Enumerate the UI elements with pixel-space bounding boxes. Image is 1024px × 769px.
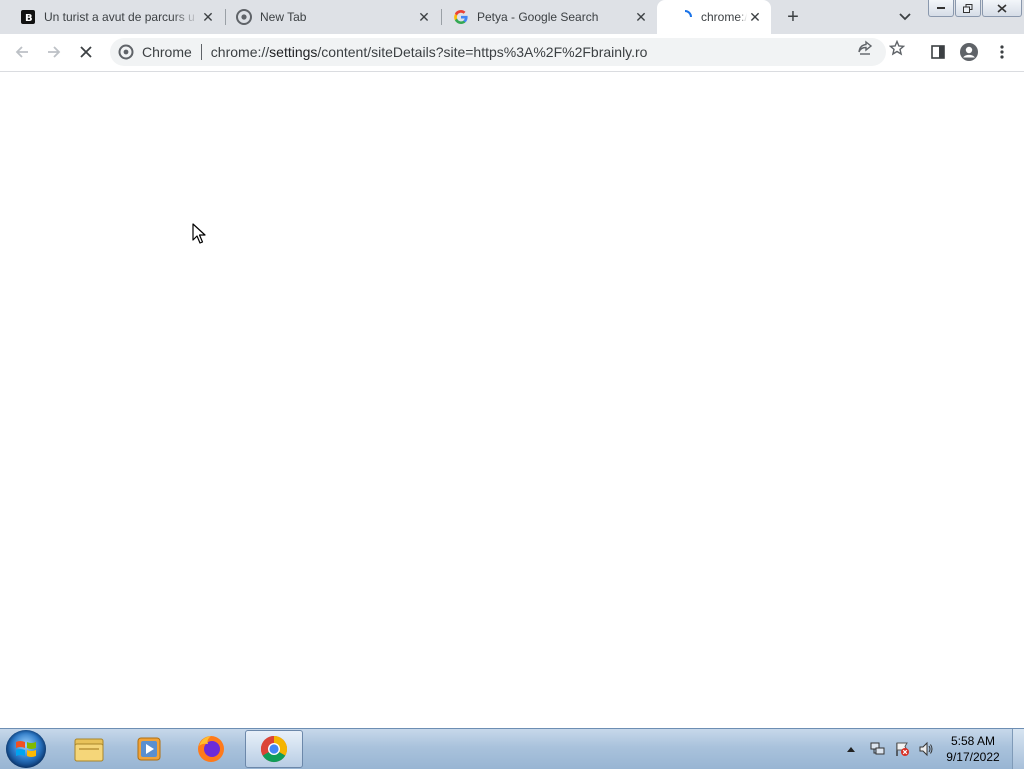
chrome-icon [236, 9, 252, 25]
loading-icon [677, 9, 693, 25]
tab-close-icon[interactable]: ✕ [416, 9, 432, 25]
url-scheme: chrome:// [210, 44, 270, 60]
stop-button[interactable] [74, 40, 98, 64]
tab-close-icon[interactable]: ✕ [200, 9, 216, 25]
back-arrow-icon [15, 46, 28, 58]
tab-search-button[interactable] [893, 5, 917, 29]
taskbar-firefox[interactable] [182, 730, 240, 768]
show-desktop-button[interactable] [1012, 729, 1024, 769]
new-tab-button[interactable]: + [781, 5, 805, 29]
tab-title: Petya - Google Search [477, 10, 599, 24]
close-window-button[interactable] [982, 0, 1022, 17]
windows-logo-icon [16, 741, 36, 757]
folder-icon [74, 738, 104, 762]
system-tray [844, 729, 938, 769]
omnibox-divider [200, 44, 202, 60]
network-icon[interactable] [866, 741, 890, 757]
restore-button[interactable] [955, 0, 981, 17]
tab-settings-active[interactable]: chrome:// ✕ [657, 0, 771, 34]
volume-icon[interactable] [914, 741, 938, 757]
side-panel-button[interactable] [926, 40, 950, 64]
tab-google-search[interactable]: Petya - Google Search ✕ [433, 0, 657, 34]
taskbar-chrome[interactable] [245, 730, 303, 768]
brainly-icon: B [20, 9, 36, 25]
chevron-down-icon [899, 13, 911, 21]
back-button[interactable] [10, 40, 34, 64]
tab-strip: B Un turist a avut de parcurs u ✕ New Ta… [0, 0, 1024, 34]
stop-icon [80, 46, 92, 58]
forward-button[interactable] [42, 40, 66, 64]
taskbar-media-player[interactable] [120, 730, 178, 768]
tab-close-icon[interactable]: ✕ [747, 9, 763, 25]
profile-button[interactable] [957, 40, 981, 64]
bookmark-star-icon[interactable] [889, 40, 905, 56]
tray-expand-icon[interactable] [844, 746, 858, 752]
action-center-flag-icon[interactable] [890, 741, 914, 757]
browser-toolbar: Chrome chrome://settings/content/siteDet… [0, 34, 1024, 72]
page-content [0, 72, 1024, 728]
clock-date: 9/17/2022 [946, 750, 1000, 764]
avatar-icon [960, 43, 978, 61]
site-chip-label: Chrome [142, 44, 192, 60]
forward-arrow-icon [48, 46, 61, 58]
tab-brainly[interactable]: B Un turist a avut de parcurs u ✕ [0, 0, 224, 34]
tab-title: Un turist a avut de parcurs u [44, 10, 195, 24]
svg-text:B: B [25, 13, 33, 24]
google-icon [453, 9, 469, 25]
side-panel-icon [931, 45, 945, 59]
address-bar[interactable]: Chrome chrome://settings/content/siteDet… [110, 38, 886, 66]
taskbar: 5:58 AM 9/17/2022 [0, 728, 1024, 769]
window-controls [927, 0, 1022, 18]
url-text[interactable]: chrome://settings/content/siteDetails?si… [211, 44, 648, 60]
tab-title: New Tab [260, 10, 307, 24]
clock-time: 5:58 AM [950, 734, 996, 748]
menu-button[interactable] [990, 40, 1014, 64]
mouse-cursor-icon [192, 223, 206, 248]
start-button[interactable] [6, 730, 46, 768]
chrome-icon [118, 44, 134, 60]
system-clock[interactable]: 5:58 AM 9/17/2022 [940, 733, 1006, 765]
taskbar-explorer[interactable] [60, 730, 118, 768]
media-player-icon [137, 737, 161, 761]
tab-title: chrome:// [701, 10, 747, 24]
kebab-menu-icon [1000, 45, 1004, 59]
url-host: settings [269, 44, 318, 60]
url-path: /content/siteDetails?site=https%3A%2F%2F… [317, 44, 648, 60]
firefox-icon [198, 736, 224, 762]
tab-close-icon[interactable]: ✕ [633, 9, 649, 25]
tab-new-tab[interactable]: New Tab ✕ [216, 0, 440, 34]
share-icon[interactable] [857, 40, 873, 56]
minimize-button[interactable] [928, 0, 954, 17]
chrome-icon [260, 735, 288, 763]
